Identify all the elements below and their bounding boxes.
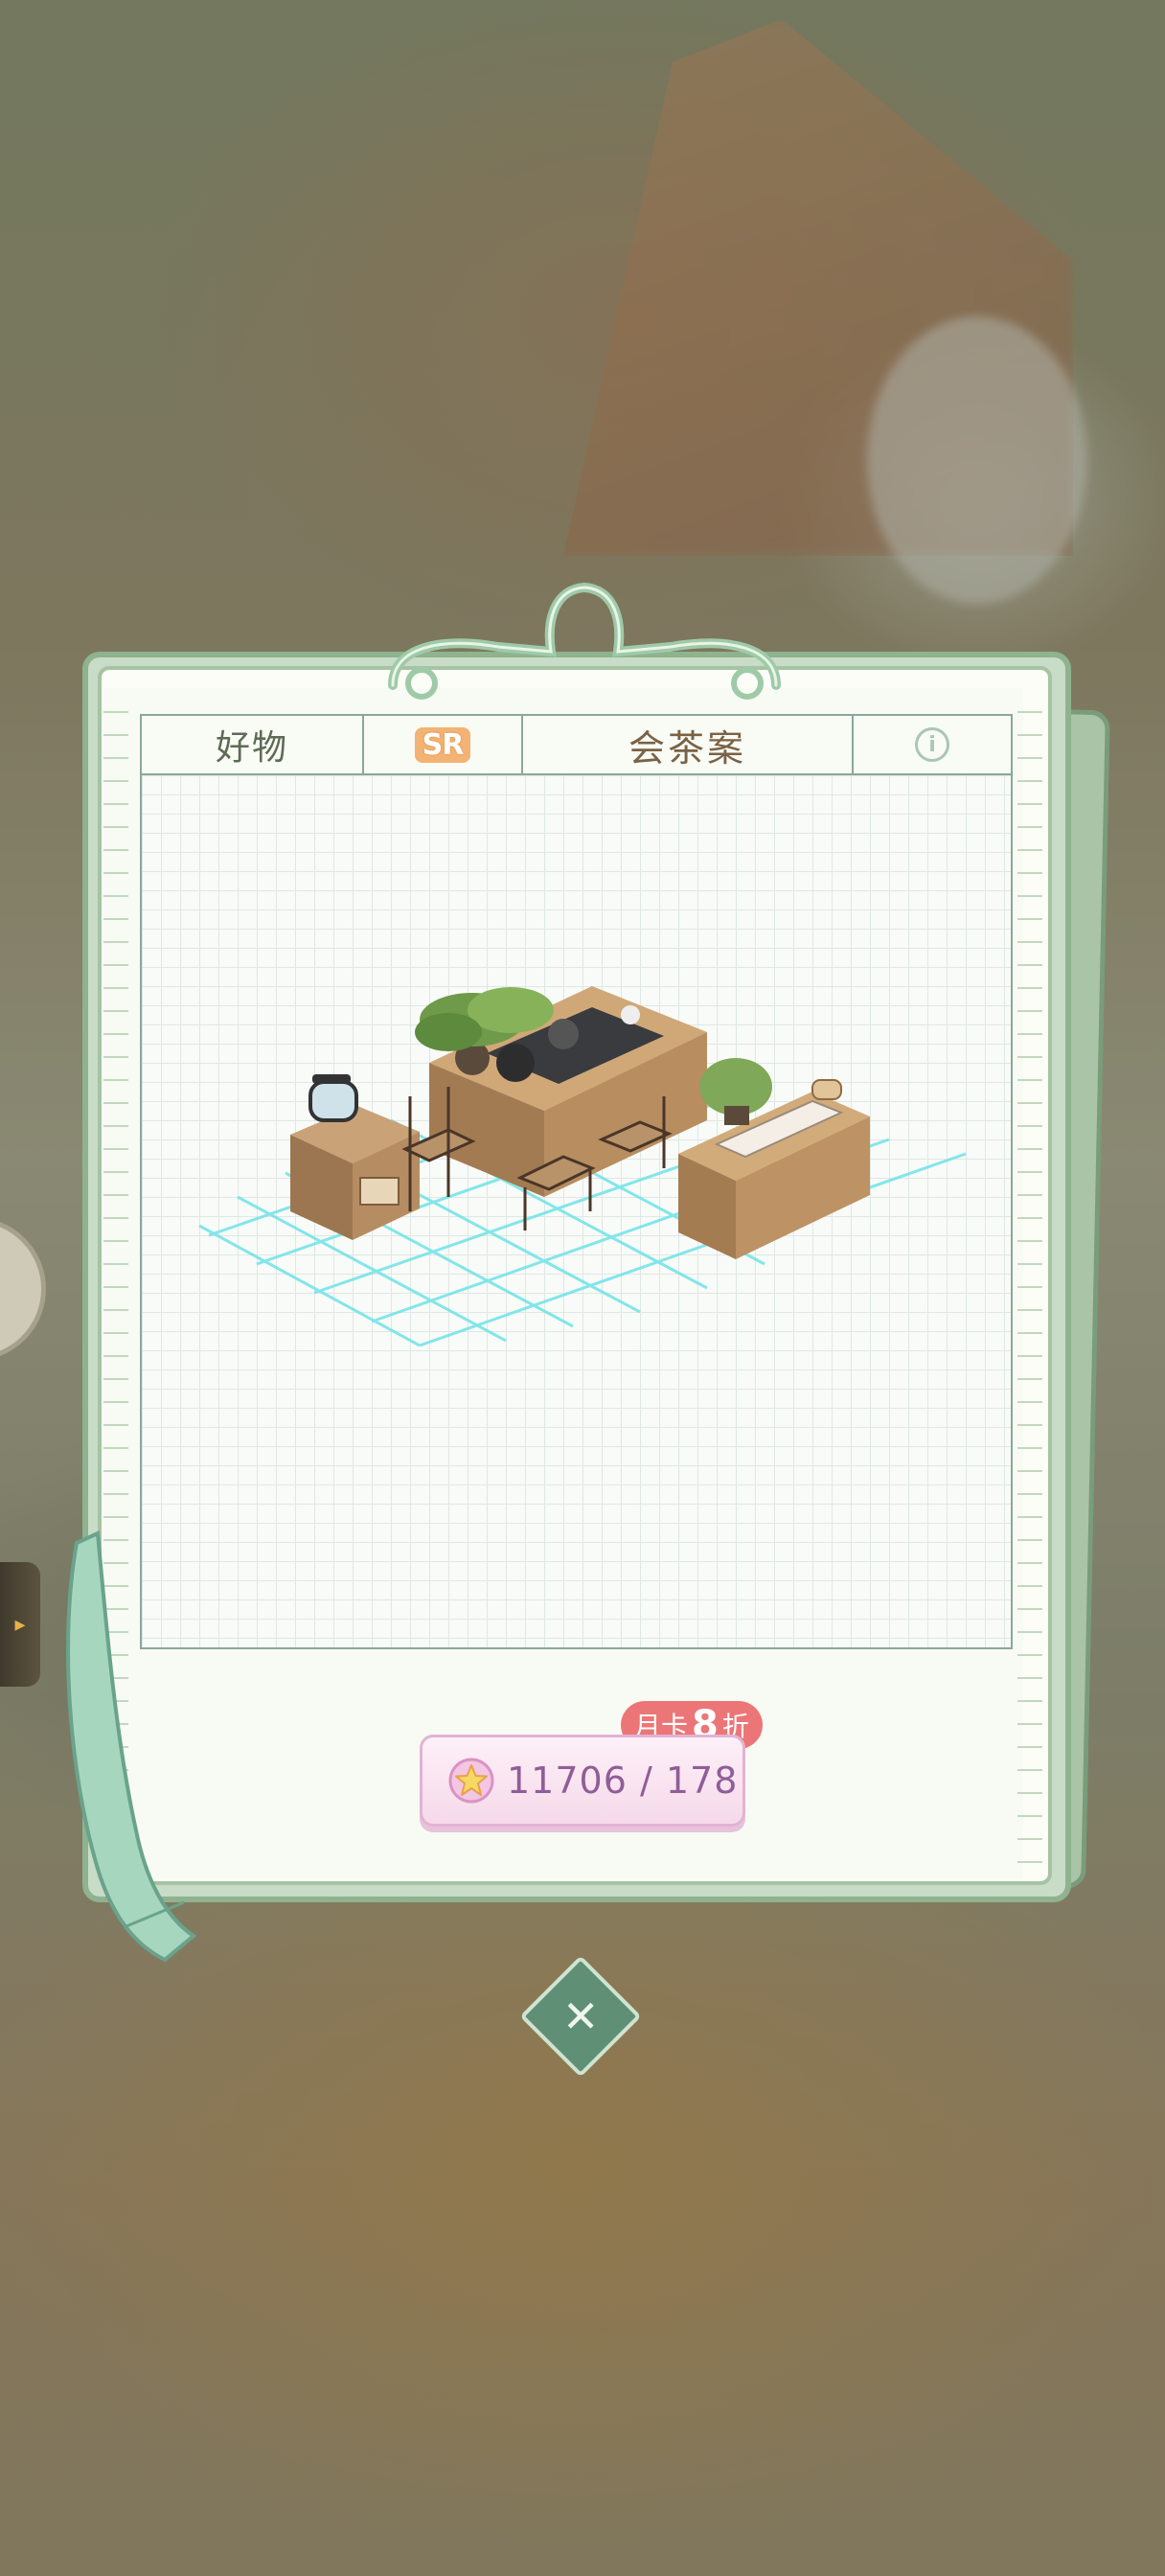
side-expand-tab[interactable]: ▸: [0, 1562, 40, 1687]
info-icon[interactable]: i: [915, 727, 949, 762]
item-category: 好物: [142, 716, 364, 773]
item-name: 会茶案: [523, 716, 854, 773]
furniture-preview-image: [198, 986, 967, 1347]
close-icon: ✕: [561, 1990, 600, 2042]
rarity-badge: SR: [414, 726, 471, 763]
price-text: 11706 / 178: [507, 1760, 739, 1802]
item-header: 好物 SR 会茶案 i: [140, 714, 1013, 775]
item-preview-grid: [140, 775, 1013, 1649]
star-coin-icon: [448, 1758, 494, 1804]
arrow-right-icon: ▸: [14, 1612, 26, 1637]
card-hanger: [388, 582, 781, 700]
purchase-button[interactable]: 11706 / 178: [420, 1735, 745, 1827]
